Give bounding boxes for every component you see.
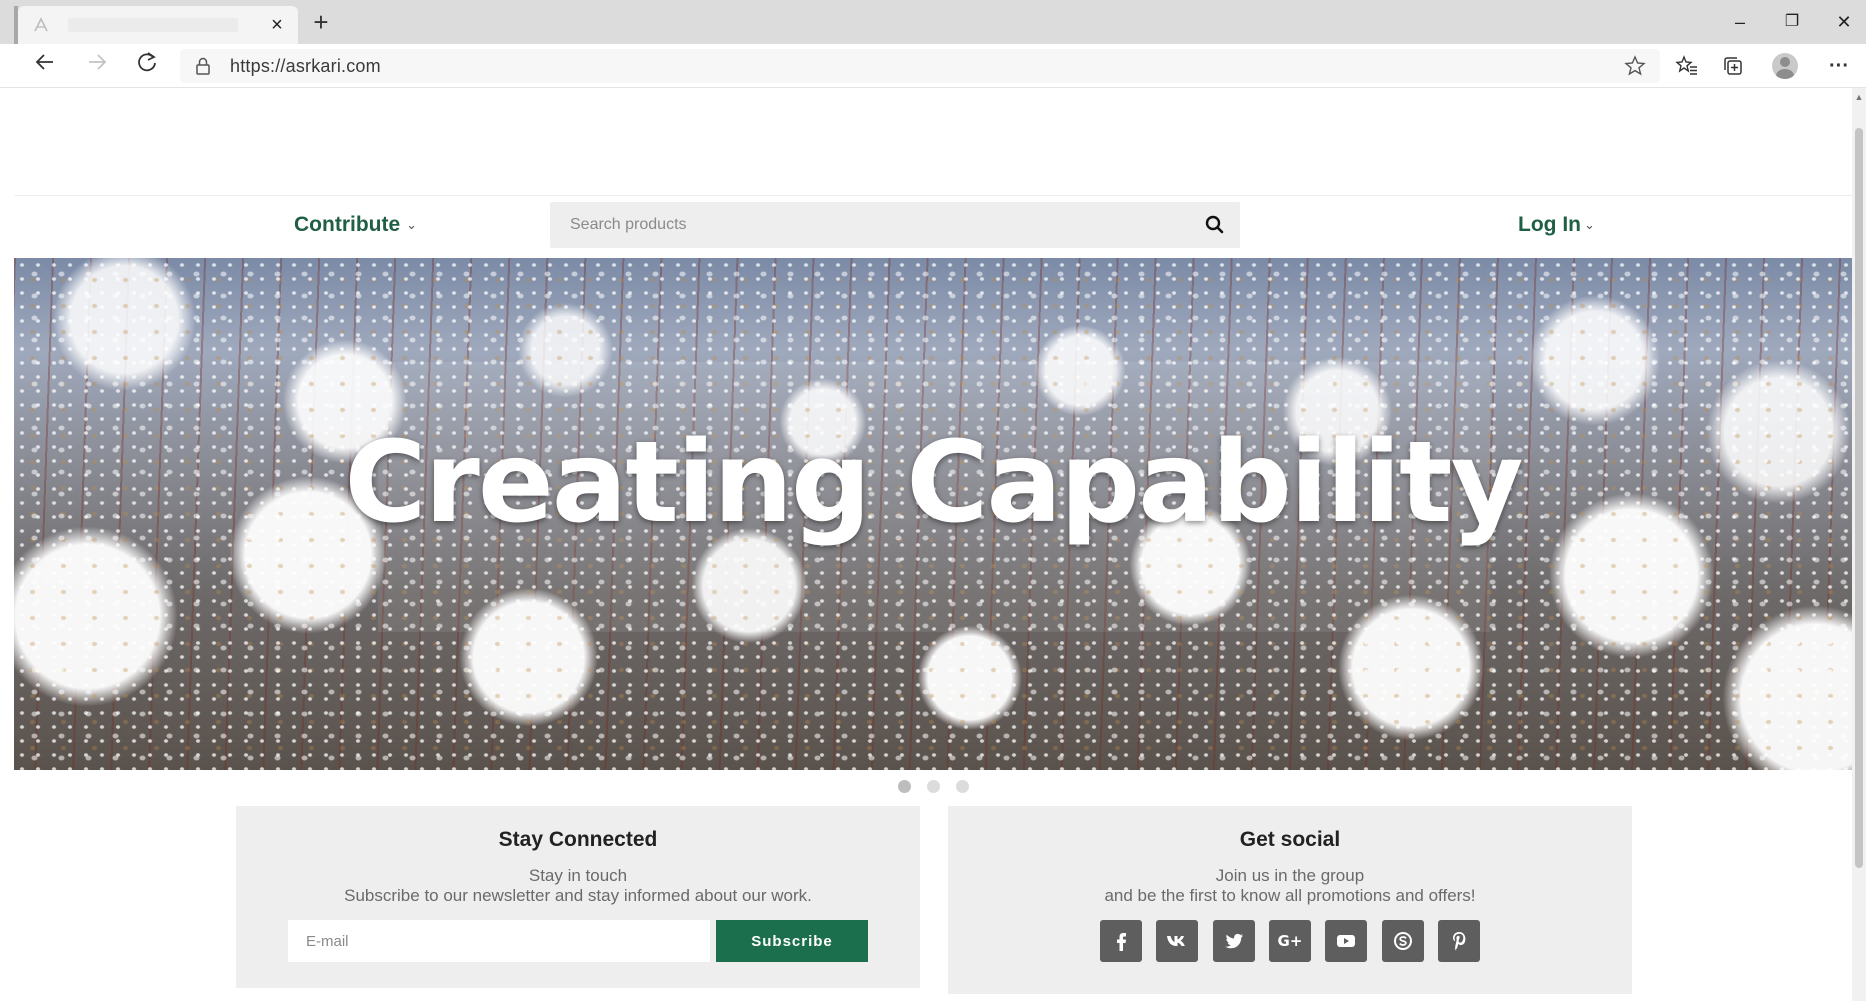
newsletter-line-1: Stay in touch	[528, 866, 628, 885]
address-bar[interactable]: https://asrkari.com	[180, 49, 1660, 83]
carousel-dot-1[interactable]	[897, 780, 911, 793]
vk-icon[interactable]	[1156, 920, 1199, 962]
hero-title: Creating Capability	[344, 418, 1523, 548]
star-icon[interactable]	[1620, 49, 1650, 83]
window-minimize-button[interactable]: –	[1720, 8, 1760, 36]
carousel-dot-3[interactable]	[955, 780, 969, 793]
social-links: G+	[948, 920, 1632, 962]
carousel-dot-2[interactable]	[926, 780, 940, 793]
browser-tab-active[interactable]: ×	[18, 6, 298, 44]
email-field[interactable]	[288, 920, 710, 962]
hero-banner[interactable]: Creating Capability	[14, 258, 1852, 770]
tab-close-icon[interactable]: ×	[266, 14, 288, 36]
site-nav: Contribute⌄ Log In⌄	[14, 196, 1852, 254]
skype-icon[interactable]	[1381, 920, 1424, 962]
newsletter-line-2: Subscribe to our newsletter and stay inf…	[344, 886, 812, 905]
newsletter-title: Stay Connected	[498, 828, 658, 851]
product-search	[550, 202, 1240, 248]
search-icon[interactable]	[1200, 210, 1230, 240]
facebook-icon[interactable]	[1099, 920, 1142, 962]
page-scrollbar[interactable]: ▲	[1852, 88, 1866, 1001]
chevron-down-icon: ⌄	[406, 217, 418, 232]
scrollbar-thumb[interactable]	[1855, 128, 1863, 868]
web-page: Contribute⌄ Log In⌄ Creating Capability …	[14, 88, 1852, 1001]
window-close-button[interactable]: ✕	[1824, 8, 1864, 36]
chevron-down-icon: ⌄	[1583, 217, 1595, 232]
collections-icon[interactable]	[1716, 51, 1750, 81]
social-card: Get social Join us in the group and be t…	[948, 806, 1632, 994]
social-line-1: Join us in the group	[1215, 866, 1365, 885]
login-menu[interactable]: Log In ⌄	[1518, 196, 1595, 254]
more-icon[interactable]: ···	[1822, 51, 1856, 81]
header-space	[14, 88, 1852, 196]
page-favicon-icon	[32, 16, 50, 34]
google-plus-icon[interactable]: G+	[1269, 920, 1311, 962]
youtube-icon[interactable]	[1325, 920, 1368, 962]
social-line-2: and be the first to know all promotions …	[1104, 886, 1476, 905]
forward-icon[interactable]	[80, 51, 114, 81]
social-title: Get social	[1239, 828, 1341, 851]
address-url[interactable]: https://asrkari.com	[230, 49, 381, 83]
twitter-icon[interactable]	[1212, 920, 1255, 962]
scroll-up-icon[interactable]: ▲	[1854, 92, 1864, 102]
new-tab-button[interactable]: +	[306, 8, 336, 38]
contribute-label: Contribute	[294, 213, 401, 236]
carousel-dots	[14, 780, 1852, 794]
pinterest-icon[interactable]	[1438, 920, 1481, 962]
lock-icon[interactable]	[194, 56, 212, 76]
newsletter-card: Stay Connected Stay in touch Subscribe t…	[236, 806, 920, 988]
login-label: Log In	[1518, 213, 1581, 236]
refresh-icon[interactable]	[130, 51, 164, 81]
favorites-icon[interactable]	[1670, 51, 1704, 81]
subscribe-button[interactable]: Subscribe	[716, 920, 868, 962]
tab-title	[68, 18, 238, 32]
search-input[interactable]	[550, 202, 1180, 248]
profile-icon[interactable]	[1772, 53, 1798, 79]
browser-toolbar: https://asrkari.com ···	[0, 44, 1866, 88]
back-icon[interactable]	[28, 51, 62, 81]
contribute-menu[interactable]: Contribute ⌄	[294, 196, 417, 254]
window-restore-button[interactable]: ❐	[1772, 8, 1812, 36]
browser-tab-strip: × + – ❐ ✕	[0, 0, 1866, 44]
